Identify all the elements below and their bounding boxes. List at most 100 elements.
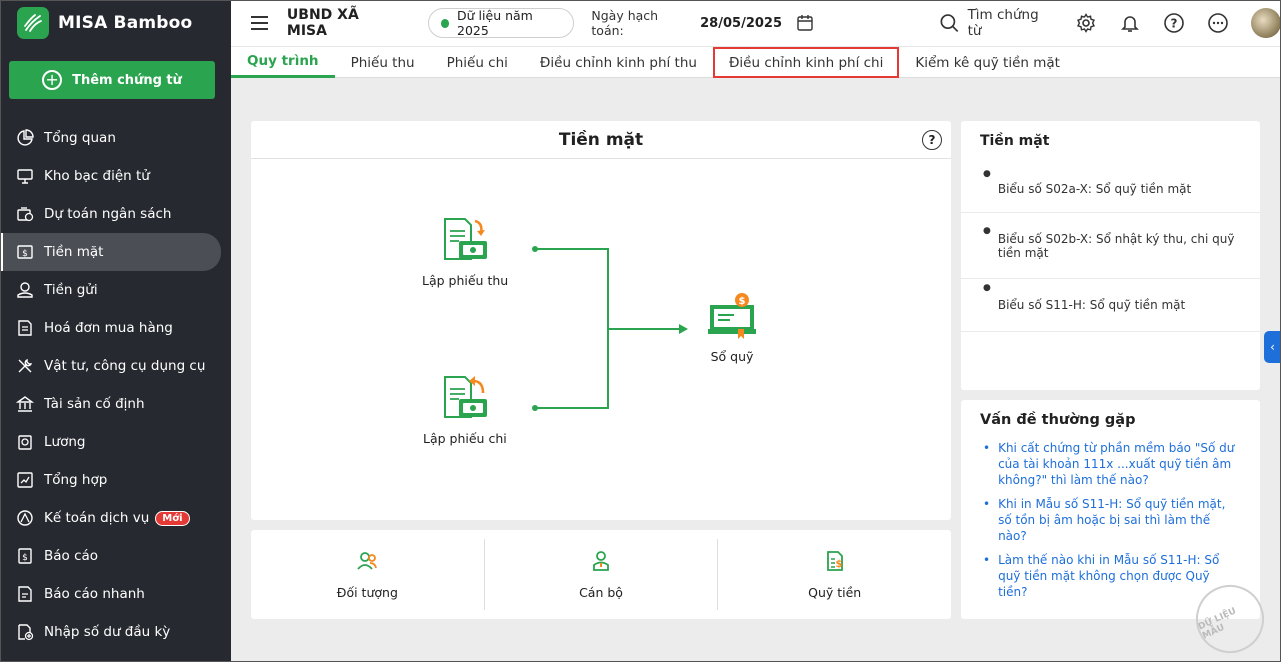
more-icon[interactable] — [1207, 12, 1229, 34]
objects-icon — [357, 552, 378, 570]
sidebar-item-label: Dự toán ngân sách — [44, 206, 172, 222]
accounting-date[interactable]: 28/05/2025 — [700, 16, 782, 31]
bullet-icon: ● — [983, 169, 991, 179]
accounting-date-label: Ngày hạch toán: — [591, 8, 659, 38]
salary-icon — [15, 432, 35, 452]
data-year-selector[interactable]: Dữ liệu năm 2025 — [427, 8, 575, 38]
sidebar-item-label: Báo cáo nhanh — [44, 586, 145, 602]
tab-cash-count[interactable]: Kiểm kê quỹ tiền mặt — [899, 47, 1076, 78]
add-voucher-label: Thêm chứng từ — [72, 72, 182, 88]
create-payment-label: Lập phiếu chi — [423, 431, 507, 446]
sidebar-item-label: Vật tư, công cụ dụng cụ — [44, 358, 206, 374]
tab-bar: Quy trình Phiếu thu Phiếu chi Điều chỉnh… — [231, 46, 1281, 78]
sidebar-item-budget[interactable]: Dự toán ngân sách — [0, 195, 231, 233]
shortcut-label: Cán bộ — [579, 585, 623, 600]
menu-icon[interactable] — [251, 12, 268, 34]
opening-balance-icon — [15, 622, 35, 642]
tab-payment[interactable]: Phiếu chi — [431, 47, 524, 78]
tab-process[interactable]: Quy trình — [231, 47, 335, 78]
sidebar-item-deposit[interactable]: Tiền gửi — [0, 271, 231, 309]
sidebar-item-materials[interactable]: Vật tư, công cụ dụng cụ — [0, 347, 231, 385]
faq-item-label: Khi cất chứng từ phần mềm báo "Số dư của… — [998, 441, 1235, 487]
add-voucher-button[interactable]: + Thêm chứng từ — [9, 61, 215, 99]
svg-text:$: $ — [835, 559, 842, 570]
sidebar-item-cash[interactable]: $ Tiền mặt — [0, 233, 221, 271]
sidebar-item-quick-reports[interactable]: Báo cáo nhanh — [0, 575, 231, 613]
avatar[interactable] — [1251, 8, 1281, 38]
help-icon[interactable]: ? — [1163, 12, 1185, 34]
sidebar-item-e-treasury[interactable]: Kho bạc điện tử — [0, 157, 231, 195]
cash-icon: $ — [15, 242, 35, 262]
cash-ledger-label: Sổ quỹ — [710, 349, 754, 364]
deposit-icon — [15, 280, 35, 300]
receipt-document-icon — [444, 218, 488, 260]
report-item[interactable]: ● Biểu số S02b-X: Sổ nhật ký thu, chi qu… — [961, 213, 1260, 279]
faq-item[interactable]: • Khi in Mẫu số S11-H: Sổ quỹ tiền mặt, … — [961, 496, 1260, 544]
create-receipt-label: Lập phiếu thu — [422, 273, 509, 288]
chevron-left-icon[interactable]: ‹ — [1264, 331, 1281, 363]
svg-text:$: $ — [739, 296, 746, 307]
sidebar-item-label: Tiền mặt — [44, 244, 104, 260]
cash-ledger-icon: $ — [708, 293, 756, 339]
shortcut-objects[interactable]: Đối tượng — [251, 539, 485, 610]
cash-ledger-node[interactable]: $ Sổ quỹ — [706, 291, 758, 364]
reports-panel: Tiền mặt ● Biểu số S02a-X: Sổ quỹ tiền m… — [961, 121, 1260, 390]
summary-icon — [15, 470, 35, 490]
pie-chart-icon — [15, 128, 35, 148]
sidebar-item-label: Lương — [44, 434, 86, 450]
cash-fund-icon: $ — [826, 551, 843, 571]
sidebar-item-reports[interactable]: $ Báo cáo — [0, 537, 231, 575]
sidebar-item-summary[interactable]: Tổng hợp — [0, 461, 231, 499]
bullet-icon: ● — [983, 226, 991, 236]
tab-expense-adjustment[interactable]: Điều chỉnh kinh phí chi — [712, 47, 900, 78]
calendar-icon[interactable] — [796, 14, 814, 32]
payment-document-icon — [443, 376, 487, 418]
svg-text:?: ? — [1171, 17, 1178, 31]
shortcut-cash-funds[interactable]: $ Quỹ tiền — [718, 539, 951, 610]
invoice-icon — [15, 318, 35, 338]
brand[interactable]: MISA Bamboo — [0, 0, 231, 46]
sidebar-item-label: Nhập số dư đầu kỳ — [44, 624, 171, 640]
sidebar-item-label: Tổng quan — [44, 130, 116, 146]
shortcut-staff[interactable]: Cán bộ — [485, 539, 719, 610]
bell-icon[interactable] — [1119, 12, 1141, 34]
sidebar-item-purchase-invoice[interactable]: Hoá đơn mua hàng — [0, 309, 231, 347]
report-item-label: Biểu số S02b-X: Sổ nhật ký thu, chi quỹ … — [997, 231, 1235, 260]
quick-report-icon — [15, 584, 35, 604]
sidebar-item-fixed-assets[interactable]: Tài sản cố định — [0, 385, 231, 423]
create-payment-node[interactable]: Lập phiếu chi — [423, 373, 507, 446]
monitor-icon — [15, 166, 35, 186]
sidebar-item-label: Hoá đơn mua hàng — [44, 320, 173, 336]
svg-text:$: $ — [22, 249, 28, 259]
gear-icon[interactable] — [1075, 12, 1097, 34]
staff-icon — [593, 551, 609, 571]
flow-connectors — [532, 246, 688, 411]
organization-name[interactable]: UBND XÃ MISA — [287, 7, 397, 39]
search-vouchers[interactable]: Tìm chứng từ — [939, 7, 1051, 39]
shortcut-label: Đối tượng — [336, 585, 398, 600]
sidebar-item-label: Tổng hợp — [44, 472, 108, 488]
sidebar-item-label: Kho bạc điện tử — [44, 168, 150, 184]
tab-income-adjustment[interactable]: Điều chỉnh kinh phí thu — [524, 47, 713, 78]
sidebar-item-label: Tài sản cố định — [44, 396, 145, 412]
sidebar-item-label: Kế toán dịch vụ — [44, 510, 150, 526]
tools-icon — [15, 356, 35, 376]
create-receipt-node[interactable]: Lập phiếu thu — [422, 215, 508, 288]
sidebar-item-service-accounting[interactable]: Kế toán dịch vụ Mới — [0, 499, 231, 537]
faq-item[interactable]: • Khi cất chứng từ phần mềm báo "Số dư c… — [961, 440, 1260, 488]
process-panel: Tiền mặt ? Lập phiếu thu Lập phiếu chi $… — [251, 121, 951, 520]
new-badge: Mới — [155, 510, 190, 526]
service-icon — [15, 508, 35, 528]
svg-text:$: $ — [22, 553, 28, 563]
shortcut-panel: Đối tượng Cán bộ $ Quỹ tiền — [251, 530, 951, 619]
status-dot-icon — [440, 18, 450, 28]
report-item[interactable]: ● Biểu số S02a-X: Sổ quỹ tiền mặt — [961, 165, 1260, 213]
sidebar-item-overview[interactable]: Tổng quan — [0, 119, 231, 157]
search-icon — [940, 14, 959, 33]
search-label: Tìm chứng từ — [967, 7, 1039, 39]
tab-receipt[interactable]: Phiếu thu — [335, 47, 431, 78]
bullet-icon: • — [983, 441, 991, 455]
report-item[interactable]: ● Biểu số S11-H: Sổ quỹ tiền mặt — [961, 279, 1260, 332]
sidebar-item-salary[interactable]: Lương — [0, 423, 231, 461]
sidebar-item-opening-balance[interactable]: Nhập số dư đầu kỳ — [0, 613, 231, 651]
